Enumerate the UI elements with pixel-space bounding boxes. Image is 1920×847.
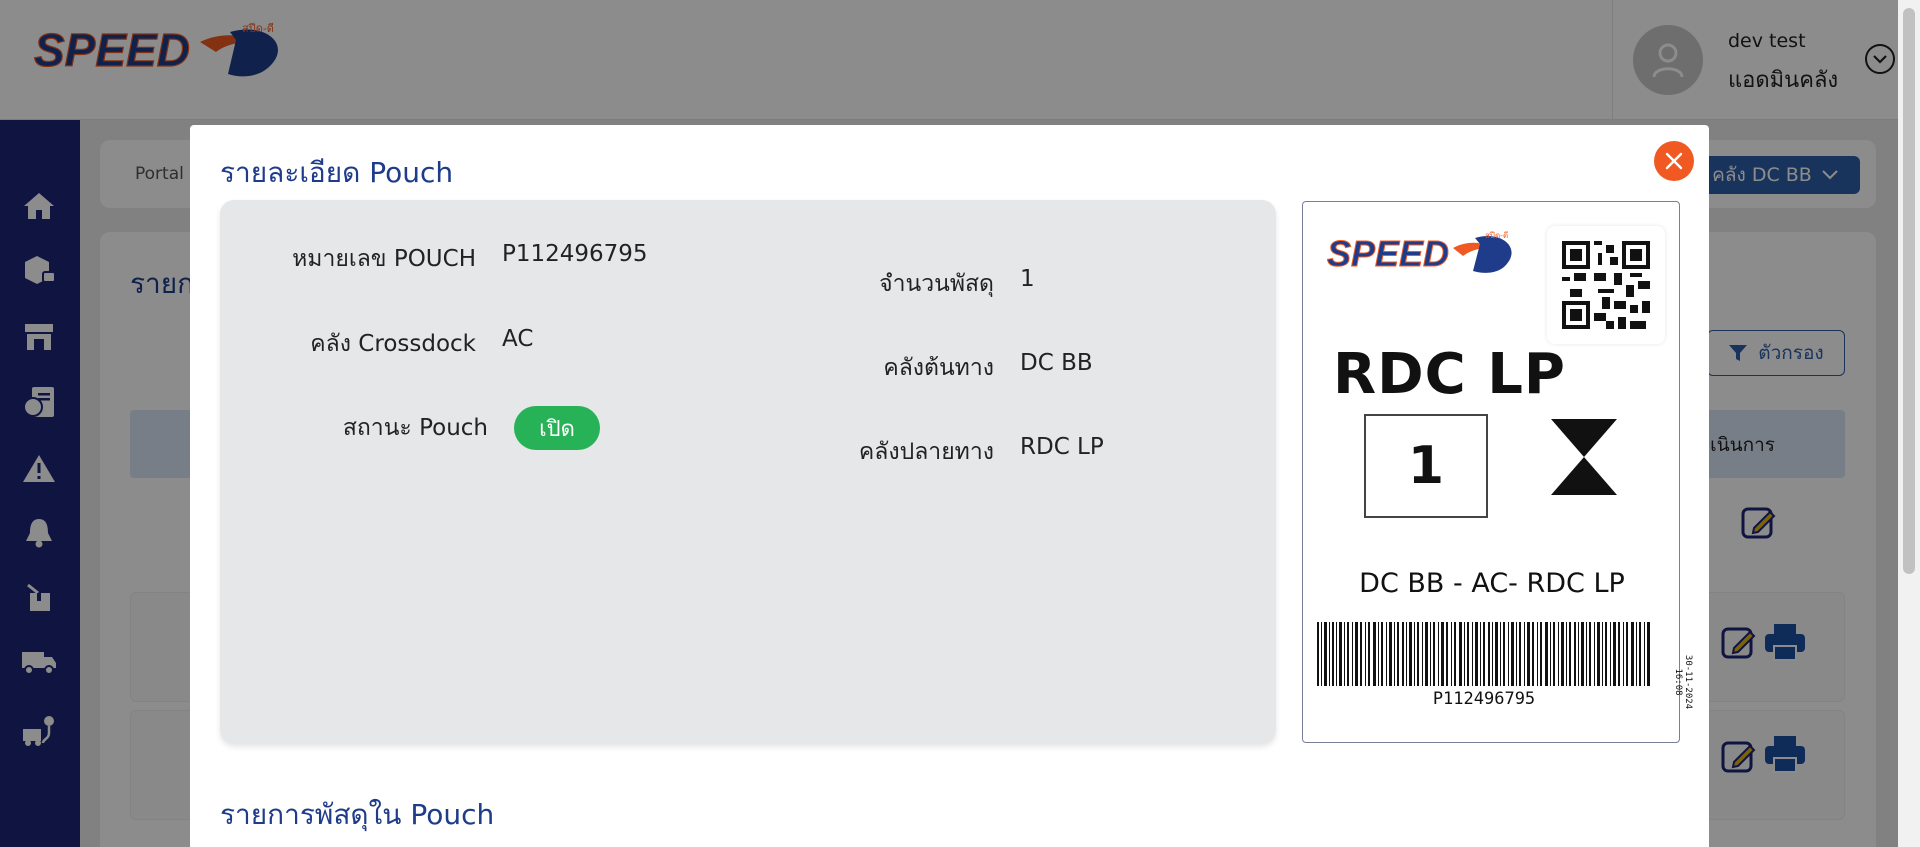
modal-title: รายละเอียด Pouch: [220, 156, 454, 189]
speed-d-logo: SPEED สปีด-ดี: [1327, 231, 1512, 274]
parcel-count-label: จำนวนพัสดุ: [879, 271, 994, 297]
pouch-items-title: รายการพัสดุใน Pouch: [220, 798, 495, 831]
pouch-status-label: สถานะ Pouch: [342, 415, 488, 441]
destination-warehouse-label: คลังปลายทาง: [858, 439, 994, 465]
pouch-number-label: หมายเลข POUCH: [292, 246, 476, 272]
svg-text:SPEED: SPEED: [1327, 233, 1449, 274]
crossdock-label: คลัง Crossdock: [310, 331, 476, 357]
barcode: [1317, 622, 1650, 686]
pouch-label-preview: SPEED สปีด-ดี RDC LP 1 DC BB - AC- RDC L…: [1302, 201, 1693, 743]
svg-text:สปีด-ดี: สปีด-ดี: [1485, 231, 1508, 240]
scrollbar[interactable]: [1898, 0, 1920, 847]
pouch-number-value: P112496795: [502, 241, 648, 267]
origin-warehouse-label: คลังต้นทาง: [883, 355, 994, 381]
barcode-number: P112496795: [1432, 689, 1536, 709]
barcode-date: 30-11-2024 16:08: [1673, 654, 1693, 710]
crossdock-value: AC: [502, 326, 534, 352]
close-icon: [1665, 152, 1683, 170]
parcel-count-value: 1: [1020, 266, 1035, 292]
destination-warehouse-value: RDC LP: [1020, 434, 1104, 460]
label-route: DC BB - AC- RDC LP: [1359, 568, 1625, 599]
pouch-detail-modal: รายละเอียด Pouch หมายเลข POUCH P11249679…: [190, 125, 1709, 847]
label-parcel-count: 1: [1364, 414, 1488, 518]
qr-code-icon: [1547, 226, 1665, 344]
status-badge: เปิด: [514, 406, 600, 450]
scrollbar-thumb[interactable]: [1903, 8, 1915, 574]
pouch-info-panel: หมายเลข POUCH P112496795 คลัง Crossdock …: [220, 200, 1276, 744]
hourglass-icon: [1551, 419, 1617, 495]
close-button[interactable]: [1654, 141, 1694, 181]
label-destination: RDC LP: [1333, 342, 1566, 407]
origin-warehouse-value: DC BB: [1020, 350, 1093, 376]
